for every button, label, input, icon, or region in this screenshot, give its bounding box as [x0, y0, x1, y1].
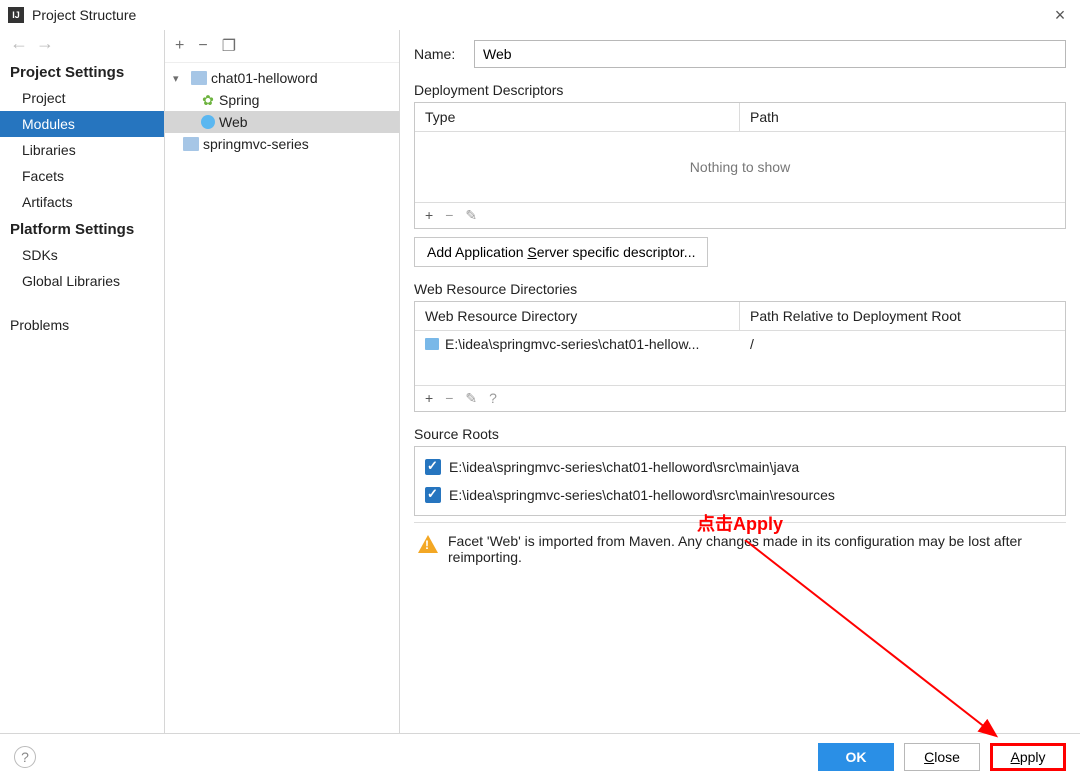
- back-icon[interactable]: ←: [10, 36, 26, 52]
- name-input[interactable]: [474, 40, 1066, 68]
- ok-button[interactable]: OK: [818, 743, 894, 771]
- folder-icon: [191, 71, 207, 85]
- module-tree: ▾ chat01-helloword ✿ Spring Web springmv…: [165, 63, 399, 159]
- titlebar: IJ Project Structure ×: [0, 0, 1080, 30]
- section-project-settings: Project Settings: [0, 58, 164, 85]
- web-icon: [201, 115, 215, 129]
- warning-banner: Facet 'Web' is imported from Maven. Any …: [414, 522, 1066, 565]
- web-resource-dirs-table: Web Resource Directory Path Relative to …: [414, 301, 1066, 412]
- folder-icon: [425, 338, 439, 350]
- facet-form: Name: Deployment Descriptors Type Path N…: [400, 30, 1080, 733]
- copy-icon[interactable]: ❐: [222, 36, 236, 56]
- empty-text: Nothing to show: [415, 132, 1065, 202]
- edit-icon: ✎: [465, 390, 477, 407]
- add-app-server-descriptor-button[interactable]: Add Application Server specific descript…: [414, 237, 708, 267]
- help-icon[interactable]: ?: [489, 390, 497, 407]
- source-roots-label: Source Roots: [414, 426, 1066, 442]
- sidebar-item-facets[interactable]: Facets: [0, 163, 164, 189]
- add-icon[interactable]: +: [175, 37, 184, 55]
- spring-icon: ✿: [201, 93, 215, 107]
- sidebar-item-modules[interactable]: Modules: [0, 111, 164, 137]
- tree-label: Spring: [219, 92, 259, 108]
- tree-node-chat01[interactable]: ▾ chat01-helloword: [165, 67, 399, 89]
- edit-icon: ✎: [465, 207, 477, 224]
- table-row[interactable]: E:\idea\springmvc-series\chat01-hellow..…: [415, 331, 1065, 357]
- deployment-descriptors-label: Deployment Descriptors: [414, 82, 1066, 98]
- apply-button[interactable]: Apply: [990, 743, 1066, 771]
- source-root-path: E:\idea\springmvc-series\chat01-hellowor…: [449, 459, 799, 475]
- col-path: Path: [740, 103, 1065, 131]
- tree-label: Web: [219, 114, 248, 130]
- source-roots-box: E:\idea\springmvc-series\chat01-hellowor…: [414, 446, 1066, 516]
- tree-node-springmvc-series[interactable]: springmvc-series: [165, 133, 399, 155]
- source-root-path: E:\idea\springmvc-series\chat01-hellowor…: [449, 487, 835, 503]
- close-button[interactable]: Close: [904, 743, 980, 771]
- tree-label: chat01-helloword: [211, 70, 318, 86]
- sidebar-item-problems[interactable]: Problems: [0, 312, 164, 338]
- chevron-down-icon[interactable]: ▾: [173, 72, 187, 85]
- window-title: Project Structure: [32, 7, 136, 23]
- checkbox-icon[interactable]: [425, 487, 441, 503]
- forward-icon[interactable]: →: [36, 36, 52, 52]
- tree-label: springmvc-series: [203, 136, 309, 152]
- add-icon[interactable]: +: [425, 390, 433, 407]
- source-root-row[interactable]: E:\idea\springmvc-series\chat01-hellowor…: [425, 481, 1055, 509]
- cell-relative: /: [750, 336, 1055, 352]
- nav-arrows: ← →: [0, 30, 164, 58]
- close-icon[interactable]: ×: [1048, 5, 1072, 26]
- section-platform-settings: Platform Settings: [0, 215, 164, 242]
- sidebar: ← → Project Settings Project Modules Lib…: [0, 30, 165, 733]
- sidebar-item-project[interactable]: Project: [0, 85, 164, 111]
- col-path-relative: Path Relative to Deployment Root: [740, 302, 1065, 330]
- col-web-resource-dir: Web Resource Directory: [415, 302, 740, 330]
- module-tree-panel: + − ❐ ▾ chat01-helloword ✿ Spring Web sp…: [165, 30, 400, 733]
- tree-toolbar: + − ❐: [165, 30, 399, 63]
- name-label: Name:: [414, 46, 474, 62]
- warning-icon: [418, 535, 438, 553]
- sidebar-item-libraries[interactable]: Libraries: [0, 137, 164, 163]
- remove-icon: −: [445, 390, 453, 407]
- sidebar-item-sdks[interactable]: SDKs: [0, 242, 164, 268]
- remove-icon: −: [445, 207, 453, 224]
- tree-node-web[interactable]: Web: [165, 111, 399, 133]
- remove-icon[interactable]: −: [198, 37, 207, 55]
- source-root-row[interactable]: E:\idea\springmvc-series\chat01-hellowor…: [425, 453, 1055, 481]
- warning-text: Facet 'Web' is imported from Maven. Any …: [448, 533, 1062, 565]
- col-type: Type: [415, 103, 740, 131]
- deployment-descriptors-table: Type Path Nothing to show + − ✎: [414, 102, 1066, 229]
- checkbox-icon[interactable]: [425, 459, 441, 475]
- help-icon[interactable]: ?: [14, 746, 36, 768]
- app-icon: IJ: [8, 7, 24, 23]
- sidebar-item-global-libraries[interactable]: Global Libraries: [0, 268, 164, 294]
- web-resource-dirs-label: Web Resource Directories: [414, 281, 1066, 297]
- add-icon[interactable]: +: [425, 207, 433, 224]
- folder-icon: [183, 137, 199, 151]
- cell-path: E:\idea\springmvc-series\chat01-hellow..…: [445, 336, 699, 352]
- sidebar-item-artifacts[interactable]: Artifacts: [0, 189, 164, 215]
- tree-node-spring[interactable]: ✿ Spring: [165, 89, 399, 111]
- dialog-footer: ? OK Close Apply: [0, 733, 1080, 779]
